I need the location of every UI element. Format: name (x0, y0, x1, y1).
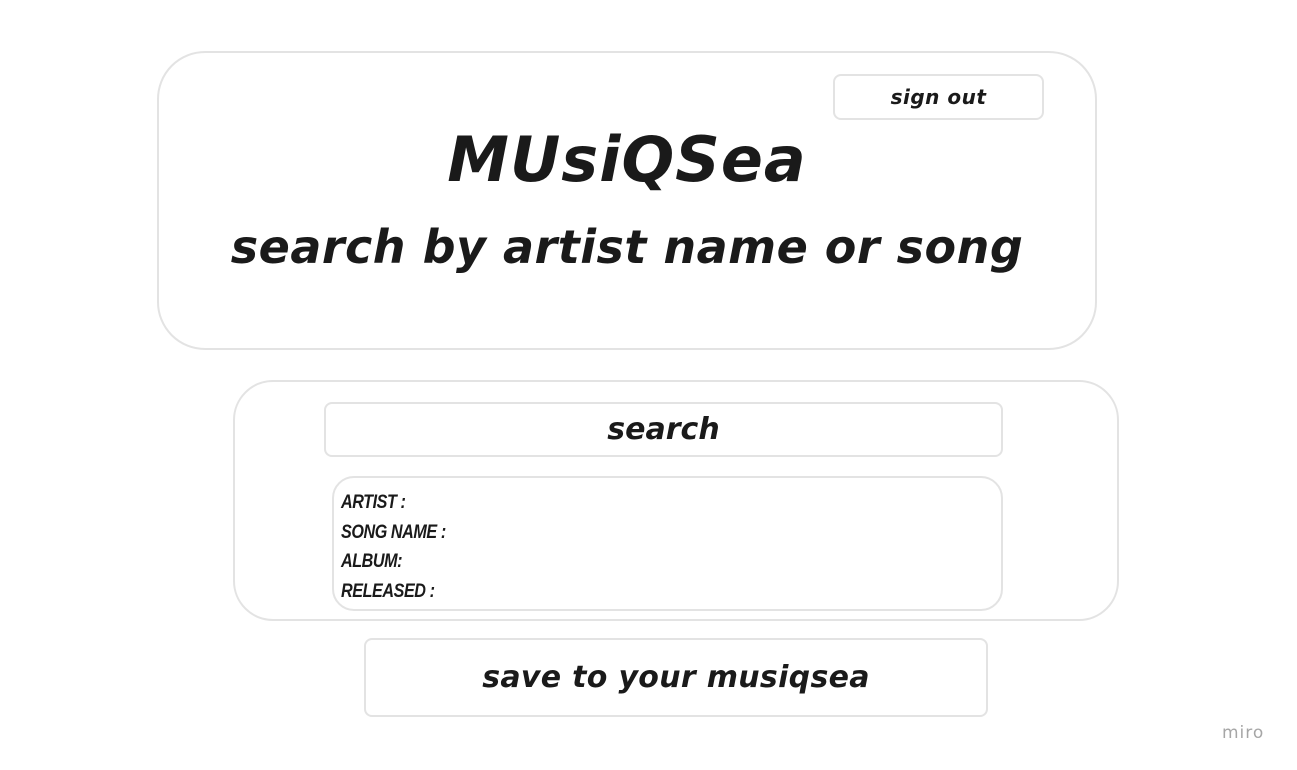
song-name-label: SONG NAME : (341, 521, 446, 543)
artist-label: ARTIST : (341, 492, 406, 513)
miro-watermark: miro (1222, 723, 1265, 743)
search-input[interactable]: SEARCH (324, 402, 1003, 457)
save-button[interactable]: save to your MusiQSea (364, 638, 988, 717)
sign-out-button[interactable]: SIGN OUT (833, 74, 1044, 120)
page-subtitle: SEARCH BY ARTIST NAME OR SONG (230, 220, 1024, 274)
app-title: MUsiQSea (447, 123, 807, 196)
released-label: RELEASED : (341, 580, 435, 602)
result-details: ARTIST : SONG NAME : ALBUM: RELEASED : (332, 476, 1003, 611)
album-label: ALBUM: (341, 551, 403, 572)
